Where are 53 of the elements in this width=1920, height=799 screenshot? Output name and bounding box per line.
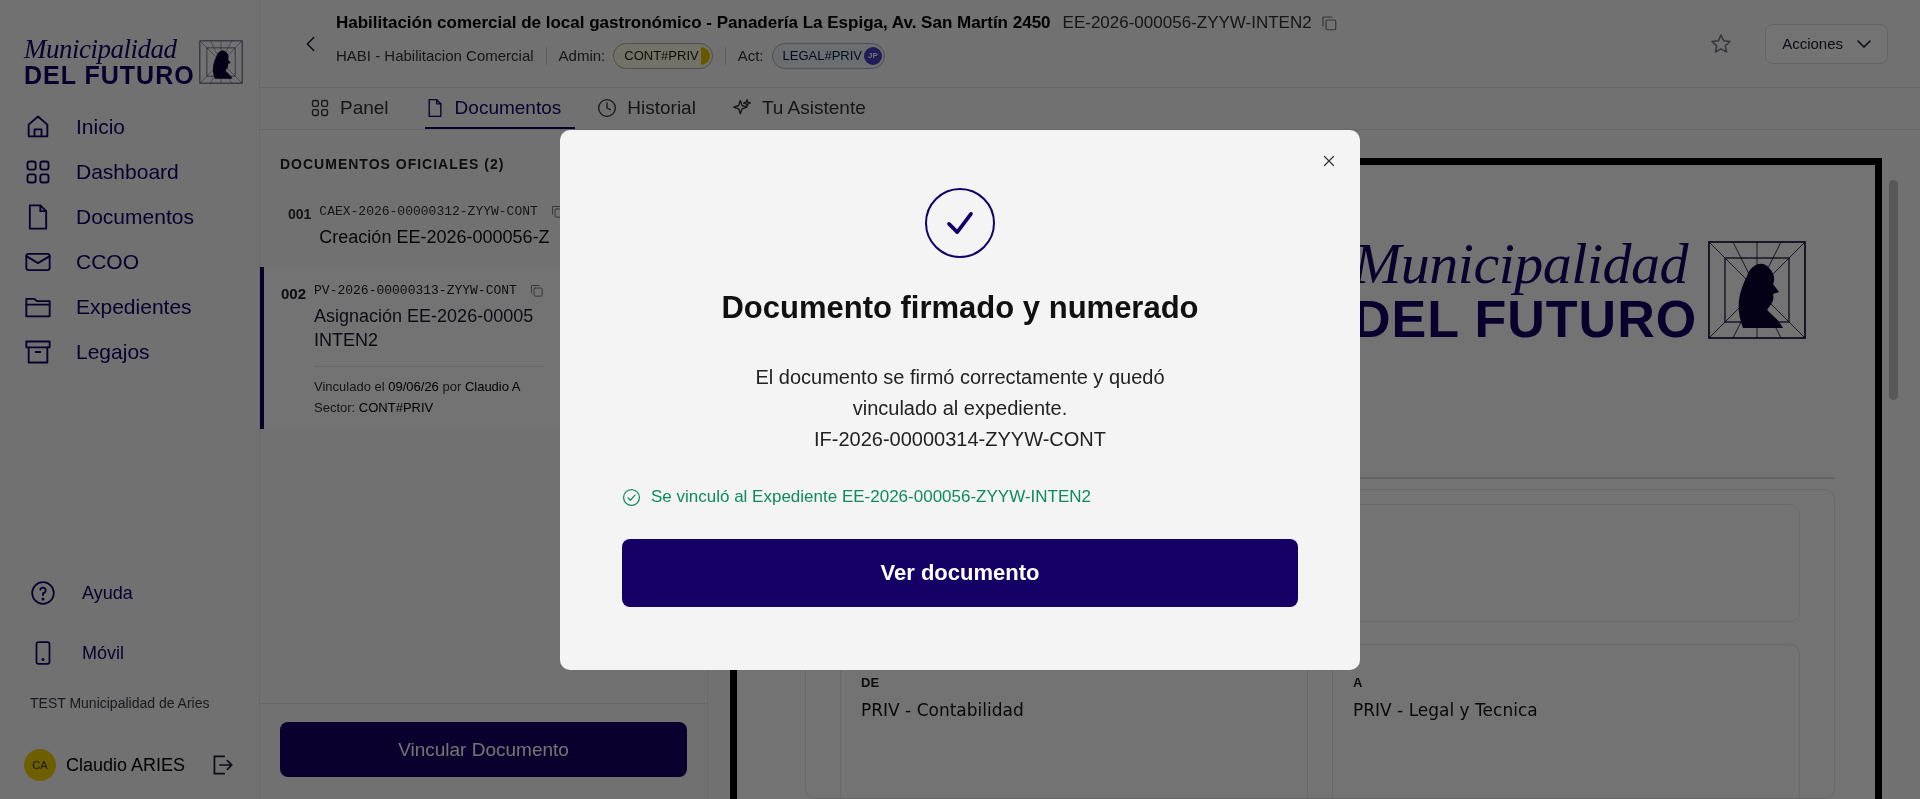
tab[interactable]: Documentos	[424, 88, 576, 129]
tab[interactable]: Panel	[310, 88, 403, 129]
logo-script-text: Municipalidad	[24, 36, 178, 63]
document-code: PV-2026-00000313-ZYYW-CONT	[314, 283, 517, 298]
view-document-button[interactable]: Ver documento	[622, 539, 1298, 607]
nav-item[interactable]: Móvil	[24, 623, 124, 683]
nav-item[interactable]: Expedientes	[24, 284, 192, 329]
chevron-down-icon	[1857, 39, 1871, 48]
nav-item[interactable]: Documentos	[24, 194, 194, 239]
organization-name: TEST Municipalidad de Aries	[30, 694, 211, 713]
help-icon	[30, 580, 56, 606]
nav-item[interactable]: Inicio	[24, 104, 126, 149]
crest-icon	[1707, 240, 1808, 340]
tab[interactable]: Tu Asistente	[731, 88, 880, 129]
success-notice: Se vinculó al Expediente EE-2026-000056-ZYYW-INTEN2	[651, 487, 1092, 507]
link-document-button[interactable]: Vincular Documento	[280, 722, 687, 777]
document-meta: Sector: CONT#PRIV	[314, 400, 435, 415]
clock-icon	[597, 97, 618, 118]
sender-name: PRIV - Contabilidad	[861, 700, 1025, 720]
check-circle-icon	[622, 487, 641, 507]
sender-label: DE	[861, 675, 881, 690]
nav-item[interactable]: CCOO	[24, 239, 139, 284]
logo-script-text: Municipalidad	[1353, 235, 1690, 293]
case-type: HABI - Habilitacion Comercial	[336, 47, 534, 64]
document-meta: Vinculado el 09/06/26 por Claudio A	[314, 379, 522, 394]
section-heading: DOCUMENTOS OFICIALES (2)	[279, 155, 506, 174]
tab[interactable]: Historial	[597, 88, 710, 129]
user-avatar: CA	[24, 749, 56, 781]
document-title: Asignación EE-2026-00005 INTEN2	[314, 305, 535, 352]
user-avatar: JP	[864, 46, 882, 65]
document-title: Creación EE-2026-000056-Z	[319, 226, 551, 249]
dialog-message: El documento se firmó correctamente y quedó vinculado al expediente. IF-2026-00000314-ZYYW-CONT	[755, 365, 1165, 452]
act-sector-label: LEGAL#PRIV	[782, 48, 862, 63]
actions-button[interactable]: Acciones	[1765, 23, 1888, 64]
document-number: 001	[288, 205, 312, 224]
user-name: Claudio ARIES	[66, 754, 186, 776]
logo-wordmark: DEL FUTURO	[24, 63, 195, 88]
act-label: Act:	[737, 47, 764, 64]
grid-icon	[310, 97, 330, 118]
nav-item[interactable]: Dashboard	[24, 149, 179, 194]
case-title: Habilitación comercial de local gastronómico - Panadería La Espiga, Av. San Martín 2450	[336, 12, 1051, 33]
document-code: CAEX-2026-00000312-ZYYW-CONT	[319, 204, 538, 219]
dialog-title: Documento firmado y numerado	[721, 290, 1199, 326]
nav-item[interactable]: Legajos	[24, 329, 150, 374]
recipient-name: PRIV - Legal y Tecnica	[1353, 700, 1539, 720]
recipient-label: A	[1353, 675, 1364, 690]
document-number: 002	[281, 284, 307, 304]
admin-sector-label: CONT#PRIV	[624, 48, 699, 63]
admin-label: Admin:	[558, 47, 606, 64]
crest-icon	[198, 40, 243, 84]
case-number: EE-2026-000056-ZYYW-INTEN2	[1062, 12, 1312, 33]
nav-item[interactable]: Ayuda	[24, 563, 133, 623]
star-icon[interactable]	[1709, 31, 1734, 56]
